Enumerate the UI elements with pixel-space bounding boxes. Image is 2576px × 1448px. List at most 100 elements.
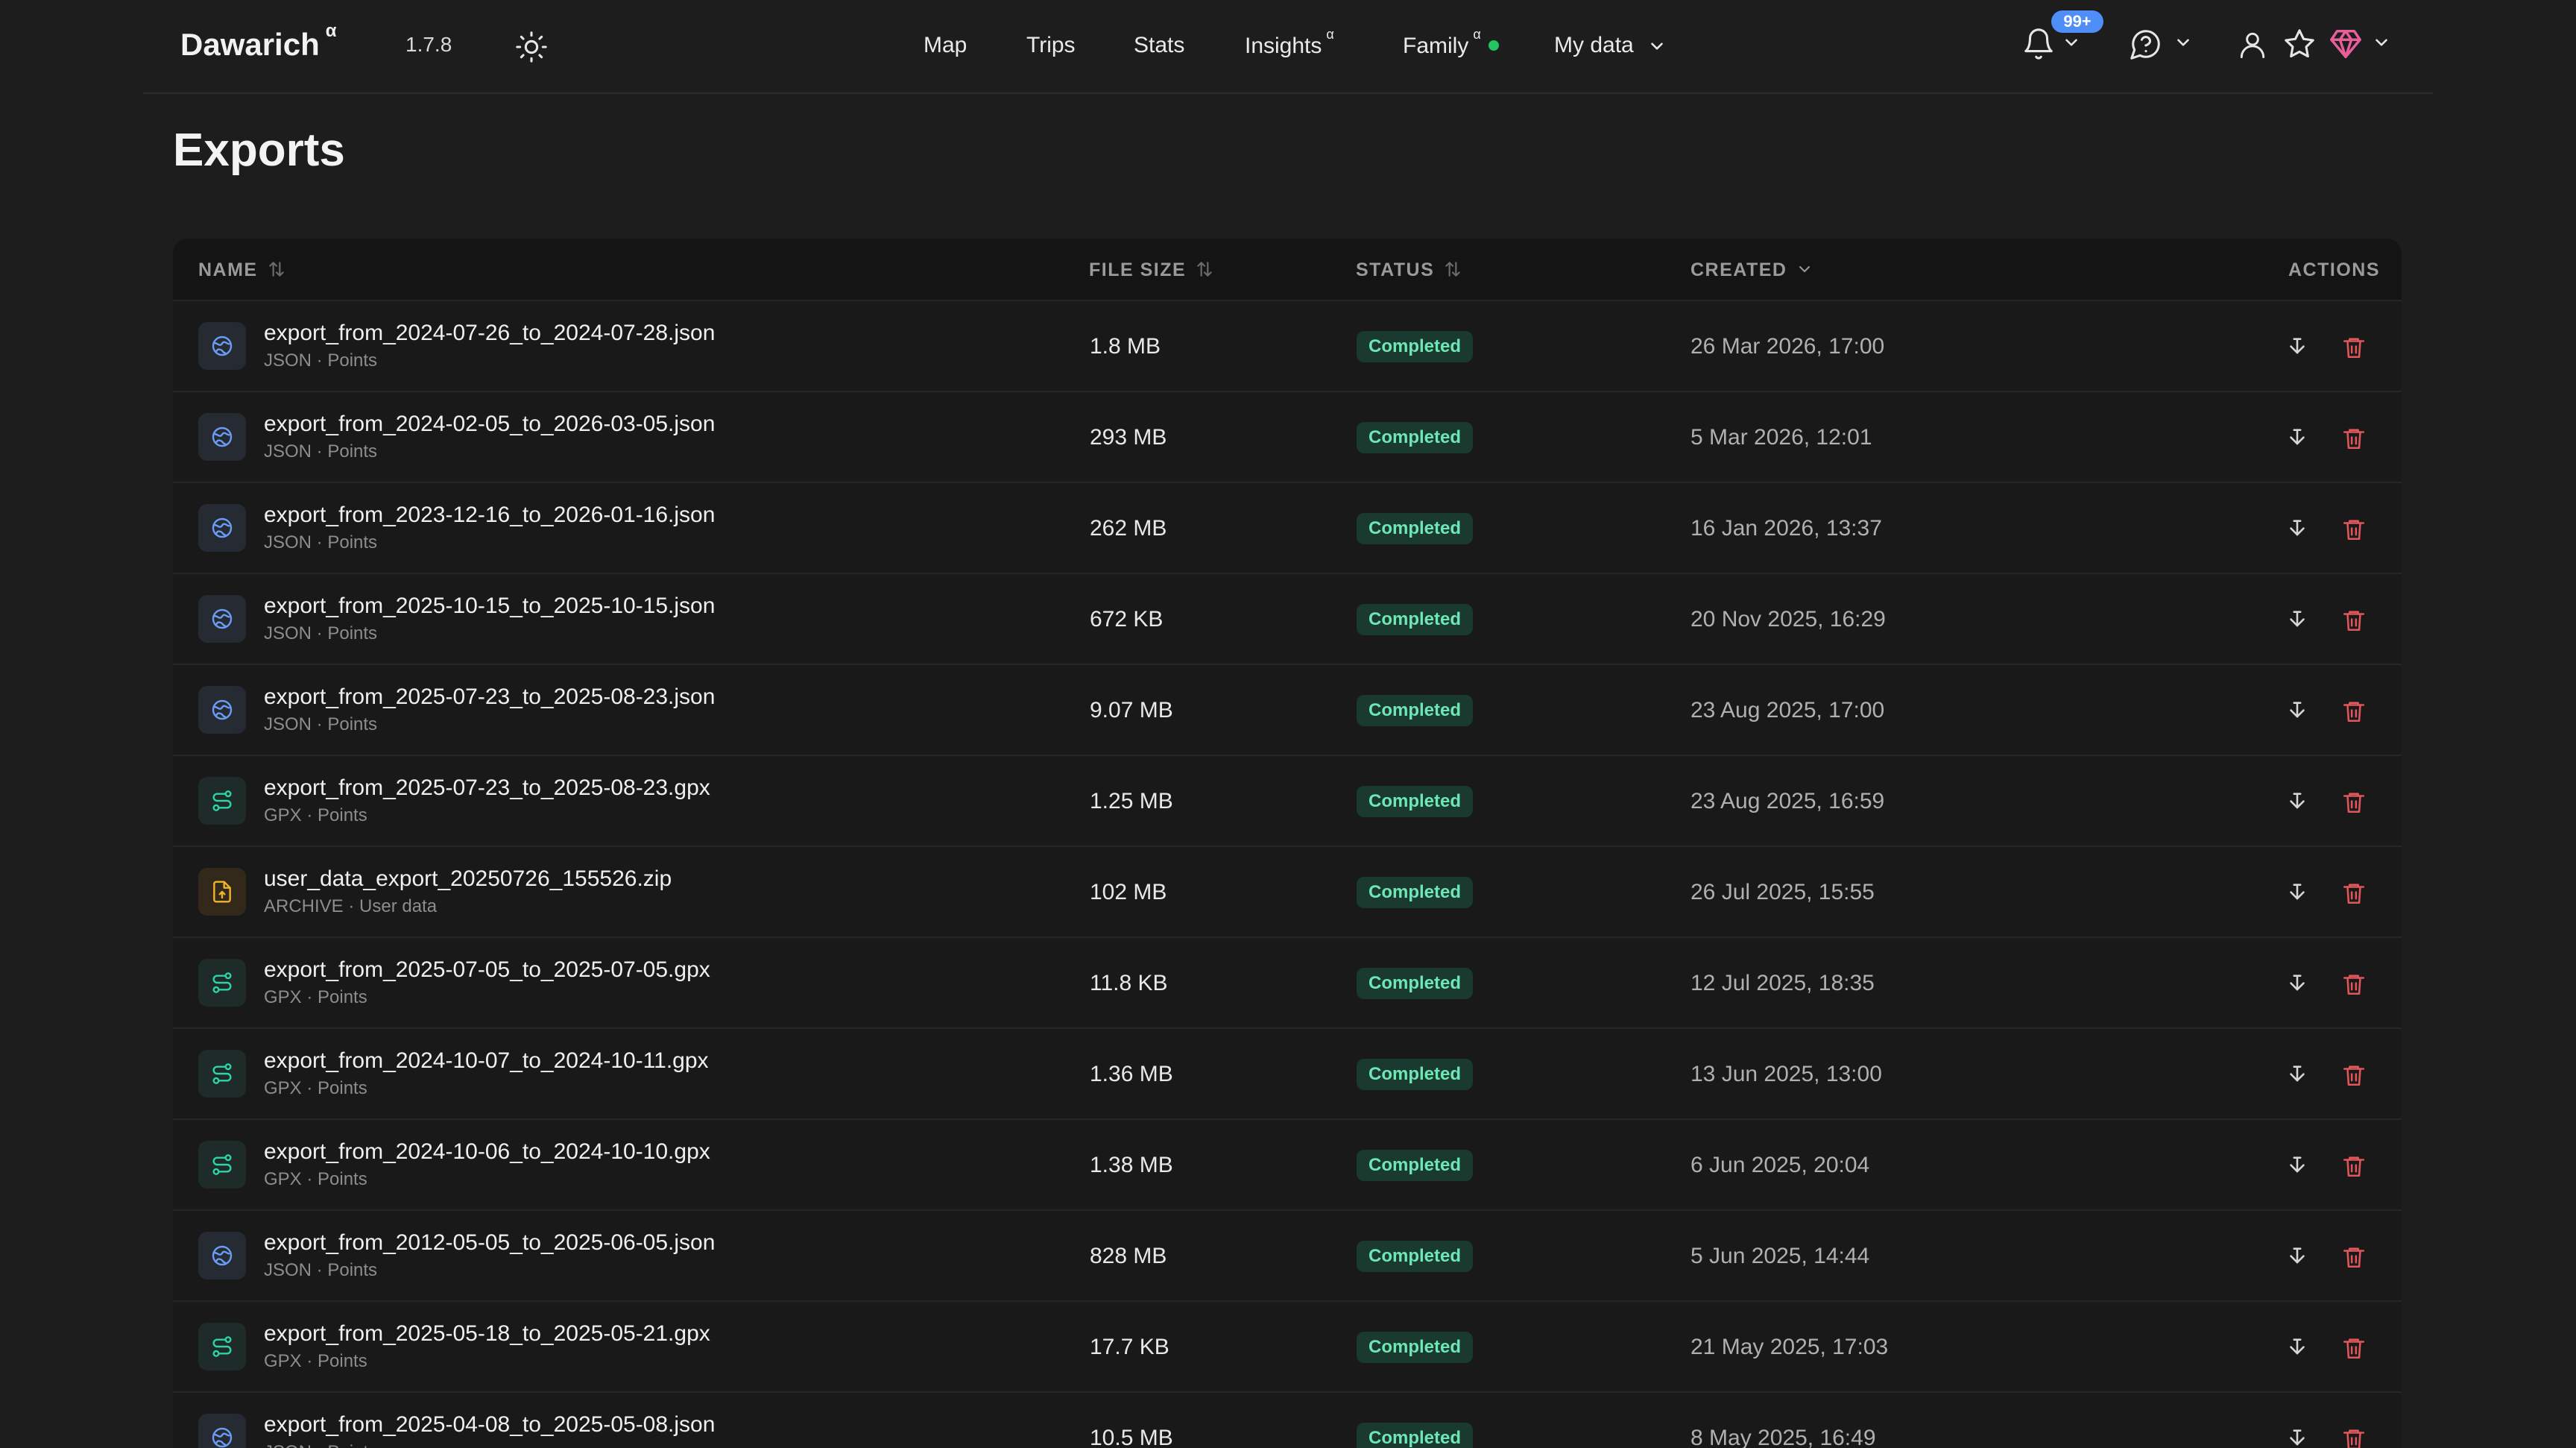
download-button[interactable] [2282,1151,2312,1181]
status-badge: Completed [1357,1150,1474,1181]
delete-button[interactable] [2339,696,2369,726]
chevron-down-icon [2375,39,2387,46]
download-icon [2290,1429,2305,1446]
table-row: export_from_2024-07-26_to_2024-07-28.jso… [173,300,2402,391]
download-button[interactable] [2282,1060,2312,1090]
delete-button[interactable] [2339,1151,2369,1181]
file-name: export_from_2025-05-18_to_2025-05-21.gpx [264,1321,710,1346]
nav-family[interactable]: Family α [1403,27,1499,59]
brand-name[interactable]: Dawarich [180,27,320,62]
table-row: export_from_2024-10-06_to_2024-10-10.gpx… [173,1118,2402,1209]
download-button[interactable] [2282,1242,2312,1272]
download-button[interactable] [2282,969,2312,999]
file-size: 828 MB [1090,1244,1167,1268]
favorites-button[interactable] [2282,22,2317,67]
help-button[interactable] [2129,22,2196,67]
trash-icon [2343,429,2365,450]
nav-trips[interactable]: Trips [1026,33,1076,58]
delete-button[interactable] [2339,514,2369,544]
table-row: user_data_export_20250726_155526.zip ARCH… [173,846,2402,937]
table-row: export_from_2025-04-08_to_2025-05-08.jso… [173,1391,2402,1448]
nav-map[interactable]: Map [924,33,967,58]
file-meta: JSON · Points [264,350,378,371]
archive-file-icon [213,881,231,903]
download-icon [2290,1247,2305,1264]
delete-button[interactable] [2339,1242,2369,1272]
bell-icon [2024,28,2053,60]
column-header-status[interactable]: STATUS [1356,259,1462,281]
nav-insights[interactable]: Insights α [1245,27,1334,59]
table-row: export_from_2012-05-05_to_2025-06-05.jso… [173,1209,2402,1300]
download-icon [2290,793,2305,809]
nav-my-data-label: My data [1554,33,1634,57]
download-icon [2290,702,2305,718]
download-button[interactable] [2282,787,2312,817]
created-date: 23 Aug 2025, 17:00 [1690,698,1885,723]
profile-button[interactable] [2236,22,2270,67]
page-title: Exports [173,125,345,176]
globe-icon [212,608,233,629]
download-button[interactable] [2282,1424,2312,1448]
gem-icon [2330,30,2361,58]
chevron-down-icon [1651,43,1663,50]
column-header-file-size[interactable]: FILE SIZE [1089,259,1214,281]
delete-button[interactable] [2339,878,2369,908]
trash-icon [2343,1429,2365,1448]
status-badge: Completed [1357,968,1474,999]
globe-icon [212,336,233,356]
file-meta: JSON · Points [264,1260,378,1280]
column-header-name[interactable]: NAME [198,259,286,281]
brand-logo[interactable]: Dawarich α [180,21,337,63]
subscription-button[interactable] [2329,22,2396,67]
download-icon [2290,611,2305,627]
user-icon [2240,32,2265,58]
download-button[interactable] [2282,1333,2312,1363]
delete-button[interactable] [2339,1333,2369,1363]
created-date: 20 Nov 2025, 16:29 [1690,607,1886,632]
sun-icon[interactable] [514,30,549,64]
file-name: user_data_export_20250726_155526.zip [264,866,672,891]
delete-button[interactable] [2339,1060,2369,1090]
nav-my-data[interactable]: My data [1554,33,1667,58]
exports-table: NAME FILE SIZE STATUS CREATED ACTIONS ex… [173,239,2402,1448]
notifications-badge: 99+ [2051,10,2103,33]
delete-button[interactable] [2339,605,2369,635]
download-button[interactable] [2282,424,2312,453]
download-button[interactable] [2282,696,2312,726]
status-badge: Completed [1357,1332,1474,1363]
download-button[interactable] [2282,333,2312,362]
table-row: export_from_2025-05-18_to_2025-05-21.gpx… [173,1300,2402,1391]
table-row: export_from_2023-12-16_to_2026-01-16.jso… [173,482,2402,573]
delete-button[interactable] [2339,969,2369,999]
sort-icon [1197,262,1212,277]
download-button[interactable] [2282,514,2312,544]
file-meta: JSON · Points [264,623,378,643]
file-size: 102 MB [1090,880,1167,904]
trash-icon [2343,702,2365,723]
file-meta: GPX · Points [264,1169,367,1189]
file-type-icon [198,1232,246,1279]
file-name: export_from_2024-10-06_to_2024-10-10.gpx [264,1139,710,1164]
delete-button[interactable] [2339,1424,2369,1448]
download-button[interactable] [2282,605,2312,635]
globe-icon [212,426,233,447]
file-meta: GPX · Points [264,1351,367,1371]
delete-button[interactable] [2339,787,2369,817]
delete-button[interactable] [2339,333,2369,362]
file-meta: GPX · Points [264,805,367,825]
created-date: 8 May 2025, 16:49 [1690,1426,1876,1448]
column-header-created[interactable]: CREATED [1690,259,1813,281]
nav-stats[interactable]: Stats [1134,33,1184,58]
file-size: 1.38 MB [1090,1153,1173,1177]
download-icon [2290,429,2305,445]
file-type-icon [198,504,246,552]
route-icon [212,1063,232,1084]
delete-button[interactable] [2339,424,2369,453]
table-header: NAME FILE SIZE STATUS CREATED ACTIONS [173,239,2402,300]
file-name: export_from_2024-07-26_to_2024-07-28.jso… [264,321,716,345]
brand-alpha: α [325,21,337,41]
download-icon [2290,1156,2305,1173]
table-row: export_from_2025-10-15_to_2025-10-15.jso… [173,573,2402,664]
download-button[interactable] [2282,878,2312,908]
file-type-icon [198,1050,246,1098]
